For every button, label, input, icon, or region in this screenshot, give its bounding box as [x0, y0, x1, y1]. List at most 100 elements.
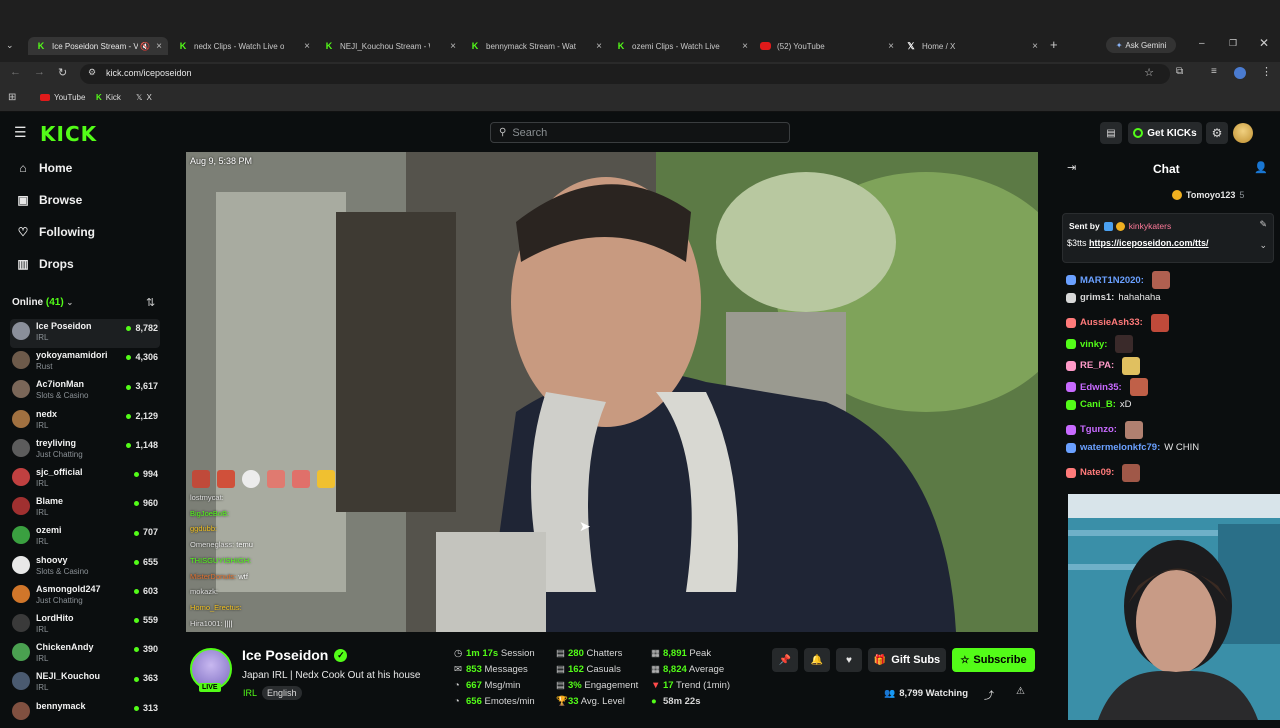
- pinned-prefix: $3tts: [1067, 238, 1087, 248]
- live-dot-icon: [126, 413, 132, 419]
- bookmark-star-icon[interactable]: ☆: [1144, 66, 1154, 79]
- bell-icon[interactable]: 🔔: [804, 648, 830, 672]
- site-info-icon[interactable]: ⚙: [88, 67, 96, 78]
- tab-1[interactable]: K nedx Clips - Watch Live on ×: [178, 37, 310, 55]
- category-link[interactable]: IRL: [243, 688, 257, 698]
- get-kicks-button[interactable]: Get KICKs: [1128, 122, 1202, 144]
- sidebar-channel[interactable]: Ac7ionMan Slots & Casino 3,617: [10, 377, 160, 406]
- close-tab-icon[interactable]: ×: [1032, 41, 1038, 52]
- video-player[interactable]: Aug 9, 5:38 PM lostmycat: BigJoeBoB: ggd…: [186, 152, 1038, 632]
- stat-item: ▤ 280 Chatters: [556, 648, 622, 659]
- overlay-chat-text: wtf: [238, 571, 248, 581]
- url-bar[interactable]: ⚙ kick.com/iceposeidon ☆: [80, 64, 1170, 84]
- channel-name: treyliving: [36, 437, 77, 448]
- tab-title: nedx Clips - Watch Live on: [194, 41, 284, 51]
- streamer-name[interactable]: Ice Poseidon ✓: [242, 647, 348, 663]
- tab-5[interactable]: (52) YouTube ×: [760, 37, 894, 55]
- follow-heart-icon[interactable]: ♥: [836, 648, 862, 672]
- report-flag-icon[interactable]: ⚠: [1016, 686, 1025, 697]
- pin-icon[interactable]: 📌: [772, 648, 798, 672]
- user-avatar[interactable]: [1233, 123, 1253, 143]
- tab-0[interactable]: K Ice Poseidon Stream - V 🔇 ×: [28, 37, 168, 55]
- kick-logo[interactable]: KICK: [40, 122, 97, 146]
- language-tag[interactable]: English: [262, 686, 302, 700]
- sidebar-channel[interactable]: NEJI_Kouchou IRL 363: [10, 669, 160, 698]
- settings-gear-icon[interactable]: ⚙: [1206, 122, 1228, 144]
- sidebar-channel[interactable]: shoovy Slots & Casino 655: [10, 553, 160, 582]
- extensions-icon[interactable]: ⧉: [1176, 66, 1183, 77]
- chat-message[interactable]: grims1: hahahaha: [1066, 292, 1161, 303]
- chat-message[interactable]: AussieAsh33:: [1066, 313, 1169, 332]
- minimize-icon[interactable]: –: [1199, 38, 1205, 49]
- bookmark-x[interactable]: 𝕏 X: [136, 93, 152, 102]
- chat-users-icon[interactable]: 👤: [1254, 161, 1268, 174]
- sidebar-channel[interactable]: Ice Poseidon IRL 8,782: [10, 319, 160, 348]
- sidebar-channel[interactable]: bennymack 313: [10, 699, 160, 728]
- sidebar-channel[interactable]: ChickenAndy IRL 390: [10, 640, 160, 669]
- close-tab-icon[interactable]: ×: [450, 41, 456, 52]
- maximize-icon[interactable]: ❐: [1229, 38, 1237, 49]
- star-icon: ☆: [960, 654, 970, 666]
- new-tab-button[interactable]: +: [1050, 37, 1058, 52]
- media-controls-icon[interactable]: ≡: [1211, 66, 1217, 77]
- ask-gemini-button[interactable]: ✦ Ask Gemini: [1106, 37, 1176, 53]
- back-icon[interactable]: ←: [10, 66, 21, 78]
- close-tab-icon[interactable]: ×: [742, 41, 748, 52]
- sidebar-channel[interactable]: ozemi IRL 707: [10, 523, 160, 552]
- channel-name: ChickenAndy: [36, 642, 94, 653]
- sidebar-channel[interactable]: nedx IRL 2,129: [10, 407, 160, 436]
- live-dot-icon: [126, 384, 132, 390]
- tab-6[interactable]: 𝕏 Home / X ×: [906, 37, 1038, 55]
- tab-2[interactable]: K NEJI_Kouchou Stream - Wa ×: [324, 37, 456, 55]
- close-window-icon[interactable]: ✕: [1259, 36, 1269, 50]
- pinned-link[interactable]: https://iceposeidon.com/tts/: [1089, 238, 1209, 248]
- nav-following[interactable]: ♡ Following: [16, 225, 95, 239]
- close-tab-icon[interactable]: ×: [596, 41, 602, 52]
- tab-3[interactable]: K bennymack Stream - Watch ×: [470, 37, 602, 55]
- expand-chevron-icon[interactable]: ⌄: [1259, 240, 1267, 251]
- top-gifter[interactable]: Tomoyo123 5: [1172, 190, 1244, 200]
- chat-message[interactable]: MART1N2020:: [1066, 271, 1170, 289]
- tab-search-button[interactable]: ⌄: [6, 40, 20, 52]
- nav-drops[interactable]: ▥ Drops: [16, 257, 73, 271]
- bookmark-kick[interactable]: K Kick: [96, 93, 121, 102]
- sidebar-channel[interactable]: Asmongold247 Just Chatting 603: [10, 582, 160, 611]
- browser-menu-icon[interactable]: ⋮: [1261, 65, 1272, 78]
- close-tab-icon[interactable]: ×: [304, 41, 310, 52]
- chat-message[interactable]: watermelonkfc79: W CHIN: [1066, 442, 1199, 453]
- chat-message[interactable]: Nate09:: [1066, 463, 1141, 482]
- chat-message[interactable]: vinky:: [1066, 335, 1134, 354]
- hamburger-menu-icon[interactable]: ☰: [14, 124, 27, 141]
- forward-icon[interactable]: →: [34, 66, 45, 78]
- tab-4[interactable]: K ozemi Clips - Watch Live on ×: [616, 37, 748, 55]
- gift-subs-button[interactable]: 🎁 Gift Subs: [868, 648, 946, 672]
- search-input[interactable]: ⚲ Search: [490, 122, 790, 143]
- share-icon[interactable]: ⤴: [984, 687, 994, 702]
- chat-message[interactable]: Edwin35:: [1066, 378, 1148, 396]
- speaker-muted-icon[interactable]: 🔇: [140, 42, 150, 51]
- apps-grid-icon[interactable]: ⊞: [8, 92, 16, 103]
- sidebar-channel[interactable]: Blame IRL 960: [10, 494, 160, 523]
- nav-home[interactable]: ⌂ Home: [16, 161, 72, 175]
- online-header[interactable]: Online (41) ⌄: [12, 297, 73, 308]
- unpin-icon[interactable]: ✎: [1259, 219, 1267, 230]
- sidebar-channel[interactable]: treyliving Just Chatting 1,148: [10, 436, 160, 465]
- pinned-message[interactable]: Sent by kinkykaters $3tts https://icepos…: [1062, 213, 1274, 263]
- theater-mode-icon[interactable]: ▤: [1100, 122, 1122, 144]
- sidebar-channel[interactable]: LordHito IRL 559: [10, 611, 160, 640]
- chat-message[interactable]: Cani_B: xD: [1066, 399, 1132, 410]
- sidebar-channel[interactable]: sjc_official IRL 994: [10, 465, 160, 494]
- reload-icon[interactable]: ↻: [58, 66, 67, 79]
- bookmark-youtube[interactable]: YouTube: [40, 93, 85, 102]
- close-tab-icon[interactable]: ×: [156, 41, 162, 52]
- sort-icon[interactable]: ⇅: [146, 296, 155, 309]
- collapse-chat-icon[interactable]: ⇥: [1067, 161, 1076, 174]
- nav-browse[interactable]: ▣ Browse: [16, 193, 82, 207]
- subscribe-button[interactable]: ☆ Subscribe: [952, 648, 1035, 672]
- profile-avatar-icon[interactable]: [1234, 67, 1246, 79]
- chat-message[interactable]: RE_PA:: [1066, 356, 1141, 375]
- chat-username: Tgunzo:: [1080, 424, 1117, 436]
- sidebar-channel[interactable]: yokoyamamidori Rust 4,306: [10, 348, 160, 377]
- close-tab-icon[interactable]: ×: [888, 41, 894, 52]
- chat-message[interactable]: Tgunzo:: [1066, 420, 1143, 439]
